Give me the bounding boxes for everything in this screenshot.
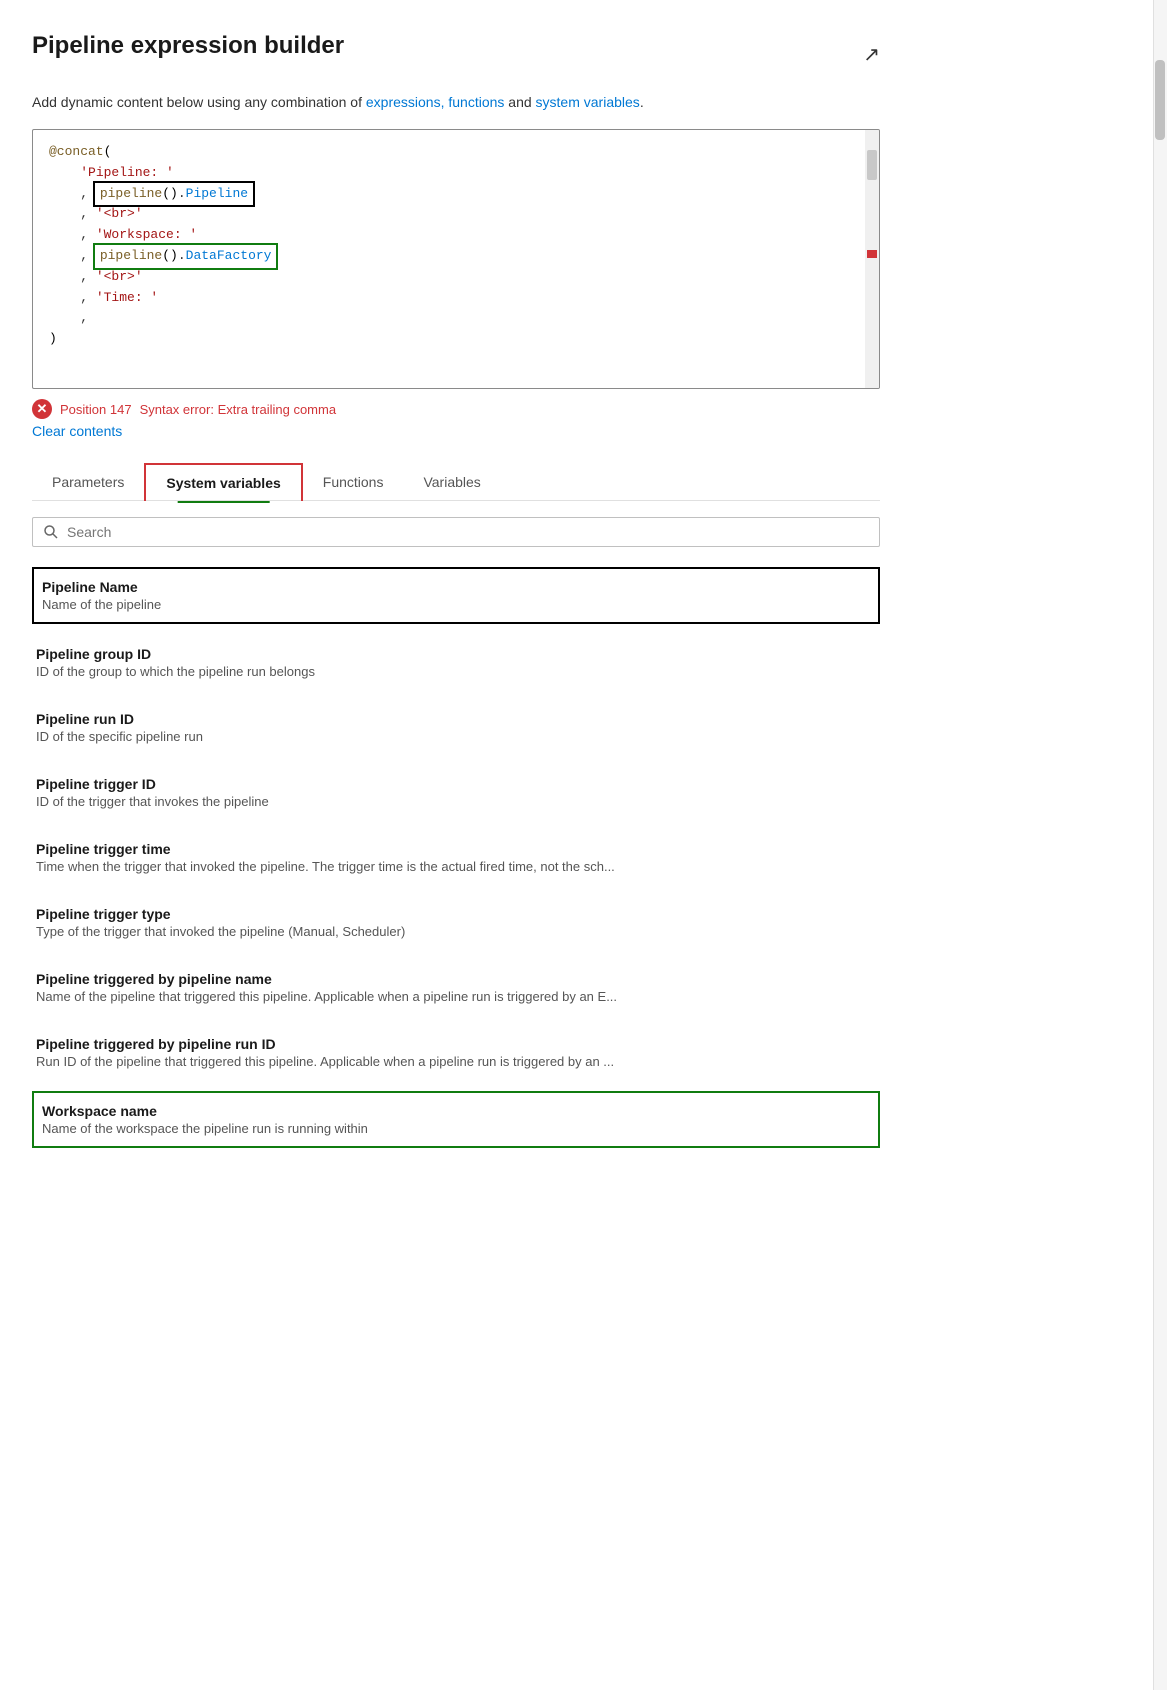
tab-variables[interactable]: Variables (403, 463, 500, 500)
system-variables-list: Pipeline Name Name of the pipeline Pipel… (32, 567, 880, 1148)
tab-functions[interactable]: Functions (303, 463, 404, 500)
expand-icon[interactable]: ↗ (863, 42, 880, 67)
var-desc: Type of the trigger that invoked the pip… (36, 924, 876, 939)
var-name: Pipeline group ID (36, 646, 876, 662)
var-desc: Name of the workspace the pipeline run i… (42, 1121, 870, 1136)
code-editor[interactable]: @concat( 'Pipeline: ' , pipeline().Pipel… (32, 129, 880, 389)
clear-contents-button[interactable]: Clear contents (32, 423, 122, 439)
var-desc: Run ID of the pipeline that triggered th… (36, 1054, 876, 1069)
var-name: Pipeline triggered by pipeline run ID (36, 1036, 876, 1052)
tab-system-variables[interactable]: System variables (144, 463, 302, 501)
error-icon: ✕ (32, 399, 52, 419)
search-box (32, 517, 880, 547)
system-var-item-pipeline-trigger-type[interactable]: Pipeline trigger type Type of the trigge… (32, 896, 880, 949)
var-name: Pipeline triggered by pipeline name (36, 971, 876, 987)
system-var-item-pipeline-triggered-by-run-id[interactable]: Pipeline triggered by pipeline run ID Ru… (32, 1026, 880, 1079)
error-row: ✕ Position 147 Syntax error: Extra trail… (32, 399, 880, 419)
system-var-item-workspace-name[interactable]: Workspace name Name of the workspace the… (32, 1091, 880, 1148)
system-var-item-pipeline-triggered-by-name[interactable]: Pipeline triggered by pipeline name Name… (32, 961, 880, 1014)
system-var-item-pipeline-run-id[interactable]: Pipeline run ID ID of the specific pipel… (32, 701, 880, 754)
var-desc: ID of the specific pipeline run (36, 729, 876, 744)
var-name: Pipeline trigger time (36, 841, 876, 857)
error-message: Syntax error: Extra trailing comma (140, 402, 337, 417)
var-desc: ID of the group to which the pipeline ru… (36, 664, 876, 679)
page-scrollbar[interactable] (1153, 0, 1167, 1690)
page-title: Pipeline expression builder (32, 32, 344, 60)
system-var-item-pipeline-name[interactable]: Pipeline Name Name of the pipeline (32, 567, 880, 624)
scrollbar-thumb[interactable] (1155, 60, 1165, 140)
system-var-item-pipeline-trigger-id[interactable]: Pipeline trigger ID ID of the trigger th… (32, 766, 880, 819)
search-icon (43, 524, 59, 540)
var-name: Pipeline trigger ID (36, 776, 876, 792)
var-desc: Name of the pipeline that triggered this… (36, 989, 876, 1004)
tab-parameters[interactable]: Parameters (32, 463, 144, 500)
system-var-item-pipeline-group-id[interactable]: Pipeline group ID ID of the group to whi… (32, 636, 880, 689)
search-input[interactable] (67, 524, 869, 540)
var-name: Pipeline Name (42, 579, 870, 595)
main-container: Pipeline expression builder ↗ Add dynami… (0, 0, 920, 1192)
var-desc: ID of the trigger that invokes the pipel… (36, 794, 876, 809)
error-position: Position 147 (60, 402, 132, 417)
var-name: Workspace name (42, 1103, 870, 1119)
var-name: Pipeline run ID (36, 711, 876, 727)
var-desc: Time when the trigger that invoked the p… (36, 859, 876, 874)
var-name: Pipeline trigger type (36, 906, 876, 922)
var-desc: Name of the pipeline (42, 597, 870, 612)
subtitle: Add dynamic content below using any comb… (32, 92, 880, 113)
system-var-item-pipeline-trigger-time[interactable]: Pipeline trigger time Time when the trig… (32, 831, 880, 884)
tabs-row: Parameters System variables Functions Va… (32, 463, 880, 501)
